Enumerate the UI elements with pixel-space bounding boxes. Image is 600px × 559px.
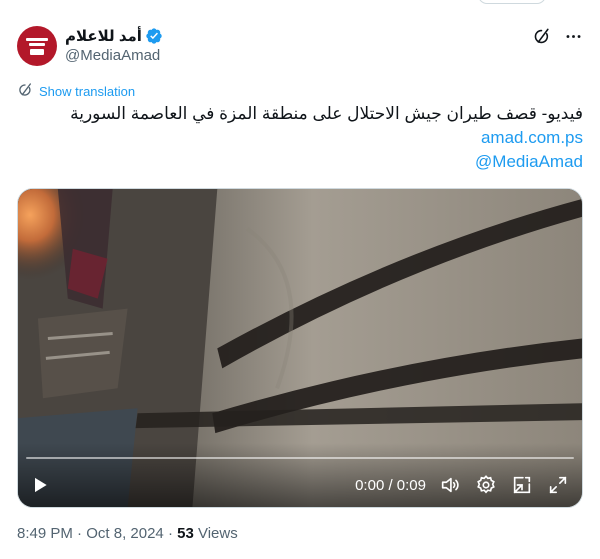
fullscreen-icon[interactable] — [546, 473, 570, 497]
tweet-link-website[interactable]: amad.com.ps — [17, 126, 583, 150]
volume-icon[interactable] — [438, 473, 462, 497]
avatar[interactable] — [17, 26, 57, 66]
meta-separator: · — [167, 525, 173, 542]
display-name[interactable]: أمد للاعلام — [65, 27, 142, 45]
top-pill-button[interactable] — [478, 0, 546, 4]
tweet-text: فيديو- قصف طيران جيش الاحتلال على منطقة … — [17, 102, 583, 174]
tweet-header: أمد للاعلام @MediaAmad — [17, 26, 583, 70]
video-scrubber[interactable] — [26, 457, 574, 459]
header-actions — [531, 26, 583, 46]
views-label: Views — [197, 525, 238, 542]
author-names: أمد للاعلام @MediaAmad — [65, 26, 163, 66]
play-icon[interactable] — [28, 473, 52, 497]
grok-icon[interactable] — [531, 26, 551, 46]
verified-badge-icon — [145, 27, 163, 45]
settings-icon[interactable] — [474, 473, 498, 497]
tweet-date[interactable]: Oct 8, 2024 — [86, 525, 164, 542]
views-count: 53 — [177, 525, 194, 542]
tweet-text-line: فيديو- قصف طيران جيش الاحتلال على منطقة … — [70, 104, 583, 123]
tweet-meta: 8:49 PM · Oct 8, 2024 · 53 Views — [17, 525, 238, 542]
avatar-logo — [22, 31, 52, 61]
tweet-time[interactable]: 8:49 PM — [17, 525, 73, 542]
video-controls: 0:00 / 0:09 — [18, 443, 582, 507]
more-icon[interactable] — [563, 26, 583, 46]
show-translation-label[interactable]: Show translation — [39, 84, 135, 99]
tweet-link-mention[interactable]: @MediaAmad — [17, 150, 583, 174]
meta-separator: · — [77, 525, 83, 542]
handle[interactable]: @MediaAmad — [65, 46, 163, 66]
video-player[interactable]: 0:00 / 0:09 — [17, 188, 583, 508]
video-time: 0:00 / 0:09 — [355, 476, 426, 494]
translate-icon — [17, 82, 33, 101]
show-translation[interactable]: Show translation — [17, 82, 135, 101]
popout-icon[interactable] — [510, 473, 534, 497]
